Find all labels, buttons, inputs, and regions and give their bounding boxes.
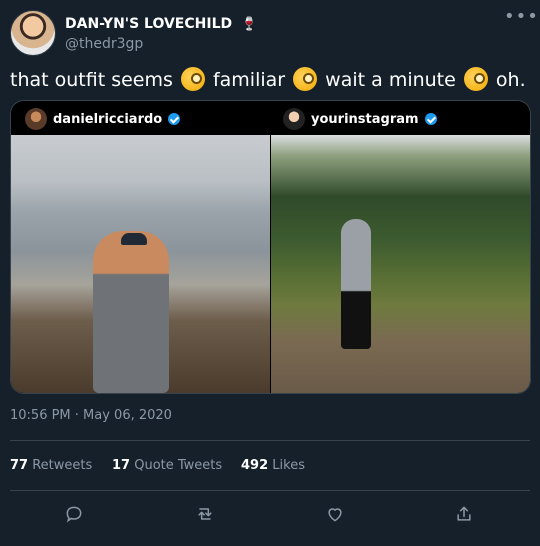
retweets-label: Retweets — [28, 458, 93, 473]
quotes-count: 17 — [112, 458, 131, 473]
tweet-media[interactable]: danielricciardo yourinstagram — [10, 100, 531, 394]
monocle-face-emoji-icon — [463, 67, 488, 91]
like-icon — [328, 508, 342, 522]
right-user-avatar — [283, 108, 305, 130]
more-icon[interactable]: ••• — [504, 8, 538, 30]
person-hoodie-standing — [341, 219, 371, 349]
likes-label: Likes — [268, 458, 305, 473]
display-name[interactable]: DAN-YN'S LOVECHILD 🍷 — [65, 16, 257, 32]
display-name-text[interactable]: DAN-YN'S LOVECHILD — [65, 16, 232, 32]
monocle-face-emoji-icon — [180, 67, 205, 91]
left-user-avatar — [25, 108, 47, 130]
tweet-text-part-2: familiar — [206, 69, 292, 91]
tweet-timestamp[interactable]: 10:56 PM · May 06, 2020 — [10, 408, 172, 423]
right-username: yourinstagram — [311, 111, 419, 127]
avatar[interactable] — [10, 10, 56, 56]
left-user-tag: danielricciardo — [25, 108, 181, 130]
likes-stat[interactable]: 492 Likes — [241, 458, 305, 473]
divider — [10, 440, 530, 441]
quote-tweets-stat[interactable]: 17 Quote Tweets — [112, 458, 222, 473]
retweet-button[interactable] — [191, 500, 219, 528]
quotes-label: Quote Tweets — [130, 458, 223, 473]
likes-count: 492 — [241, 458, 269, 473]
share-button[interactable] — [450, 500, 478, 528]
retweets-stat[interactable]: 77 Retweets — [10, 458, 92, 473]
left-username: danielricciardo — [53, 111, 163, 127]
media-caption-bar: danielricciardo yourinstagram — [11, 101, 530, 135]
tweet-actions — [10, 500, 530, 528]
verified-icon — [168, 113, 181, 125]
photo-city-overlook[interactable] — [11, 135, 270, 393]
tweet-text-part-4: oh. — [489, 69, 526, 91]
reply-icon — [66, 506, 82, 523]
retweets-count: 77 — [10, 458, 29, 473]
photo-hillside-trail[interactable] — [271, 135, 530, 393]
user-handle[interactable]: @thedr3gp — [65, 36, 143, 52]
tweet-text-part-1: that outfit seems — [10, 69, 179, 91]
tweet-text-part-3: wait a minute — [319, 69, 462, 91]
wine-glass-icon: 🍷 — [241, 17, 258, 32]
retweet-icon — [198, 508, 212, 520]
person-hoodie-smiling — [93, 231, 169, 393]
reply-button[interactable] — [60, 500, 88, 528]
tweet-text: that outfit seems familiar wait a minute… — [10, 66, 530, 94]
share-icon — [457, 506, 471, 521]
monocle-face-emoji-icon — [293, 67, 318, 91]
tweet-header: DAN-YN'S LOVECHILD 🍷 @thedr3gp ••• — [10, 8, 538, 56]
verified-icon — [424, 113, 437, 125]
divider — [10, 490, 530, 491]
cap — [121, 233, 147, 245]
right-user-tag: yourinstagram — [283, 108, 437, 130]
like-button[interactable] — [321, 500, 349, 528]
